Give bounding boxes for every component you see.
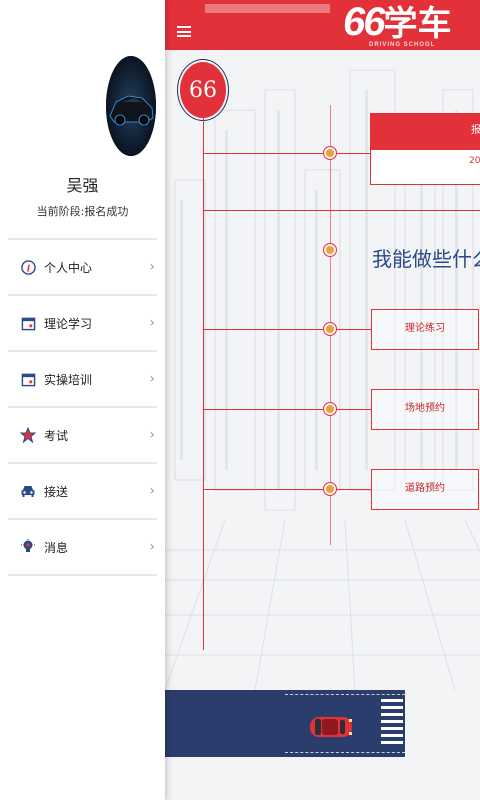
hamburger-icon[interactable]: [177, 26, 191, 37]
avatar[interactable]: [106, 56, 156, 156]
current-stage-text: 当前阶段:报名成功: [36, 205, 129, 218]
main-content: 66学车 DRIVING SCHOOL 66 报 20 我能做些什么 理论练习 …: [165, 0, 480, 800]
menu-item-theory-study[interactable]: 理论学习 ›: [8, 296, 157, 352]
road-banner: [165, 690, 405, 757]
app-screen: 吴强 当前阶段:报名成功 i 个人中心 › 理论学习 › 实操培训 › 考试 ›…: [0, 0, 480, 800]
timeline-connector: [331, 489, 371, 490]
svg-text:i: i: [26, 263, 30, 274]
timeline-node: [323, 482, 337, 496]
timeline-node: [323, 322, 337, 336]
status-label: 报: [371, 114, 480, 150]
chevron-right-icon: ›: [149, 371, 155, 387]
star-icon: [20, 427, 36, 443]
lane-marking: [285, 694, 405, 695]
timeline-connector: [203, 409, 330, 410]
menu-item-practical-training[interactable]: 实操培训 ›: [8, 352, 157, 408]
car-icon: [20, 483, 36, 499]
section-title: 我能做些什么: [372, 247, 480, 271]
brand-logo: 66学车 DRIVING SCHOOL: [343, 2, 452, 48]
calendar-icon: [20, 315, 36, 331]
header-decoration: [205, 4, 330, 13]
chevron-right-icon: ›: [149, 315, 155, 331]
chevron-right-icon: ›: [149, 483, 155, 499]
menu-label: 理论学习: [44, 316, 93, 331]
user-name: 吴强: [66, 176, 99, 195]
chevron-right-icon: ›: [149, 539, 155, 555]
timeline-node: [323, 243, 337, 257]
navigation-drawer: 吴强 当前阶段:报名成功 i 个人中心 › 理论学习 › 实操培训 › 考试 ›…: [0, 0, 165, 800]
status-date: 20: [469, 156, 480, 166]
chevron-right-icon: ›: [149, 427, 155, 443]
chevron-right-icon: ›: [149, 259, 155, 275]
menu-item-exam[interactable]: 考试 ›: [8, 408, 157, 464]
registration-status-card[interactable]: 报 20: [370, 113, 480, 185]
timeline-line: [203, 118, 204, 650]
timeline-node: [323, 146, 337, 160]
top-app-bar: 66学车 DRIVING SCHOOL: [165, 0, 480, 50]
calendar-icon: [20, 371, 36, 387]
info-icon: i: [20, 259, 36, 275]
menu-item-shuttle[interactable]: 接送 ›: [8, 464, 157, 520]
drawer-menu: i 个人中心 › 理论学习 › 实操培训 › 考试 › 接送 › 消息 ›: [8, 238, 157, 576]
lightbulb-icon: [20, 539, 36, 555]
menu-item-personal-center[interactable]: i 个人中心 ›: [8, 240, 157, 296]
menu-label: 考试: [44, 428, 69, 443]
brand-text: 学车: [383, 5, 452, 43]
menu-item-messages[interactable]: 消息 ›: [8, 520, 157, 576]
theory-practice-button[interactable]: 理论练习: [371, 309, 479, 350]
menu-label: 接送: [44, 484, 69, 499]
timeline-connector: [203, 329, 330, 330]
venue-booking-button[interactable]: 场地预约: [371, 389, 479, 430]
car-icon: [310, 717, 352, 737]
brand-number: 66: [343, 0, 385, 44]
brand-subtitle: DRIVING SCHOOL: [369, 42, 436, 48]
timeline-connector: [203, 489, 330, 490]
menu-label: 消息: [44, 540, 69, 555]
timeline-badge: 66: [180, 62, 226, 118]
menu-label: 实操培训: [44, 372, 93, 387]
timeline-node: [323, 402, 337, 416]
timeline-connector: [203, 210, 480, 211]
crosswalk: [381, 699, 403, 744]
timeline-connector: [331, 329, 371, 330]
timeline-connector: [331, 409, 371, 410]
lane-marking: [285, 752, 405, 753]
road-booking-button[interactable]: 道路预约: [371, 469, 479, 510]
menu-label: 个人中心: [44, 260, 93, 275]
